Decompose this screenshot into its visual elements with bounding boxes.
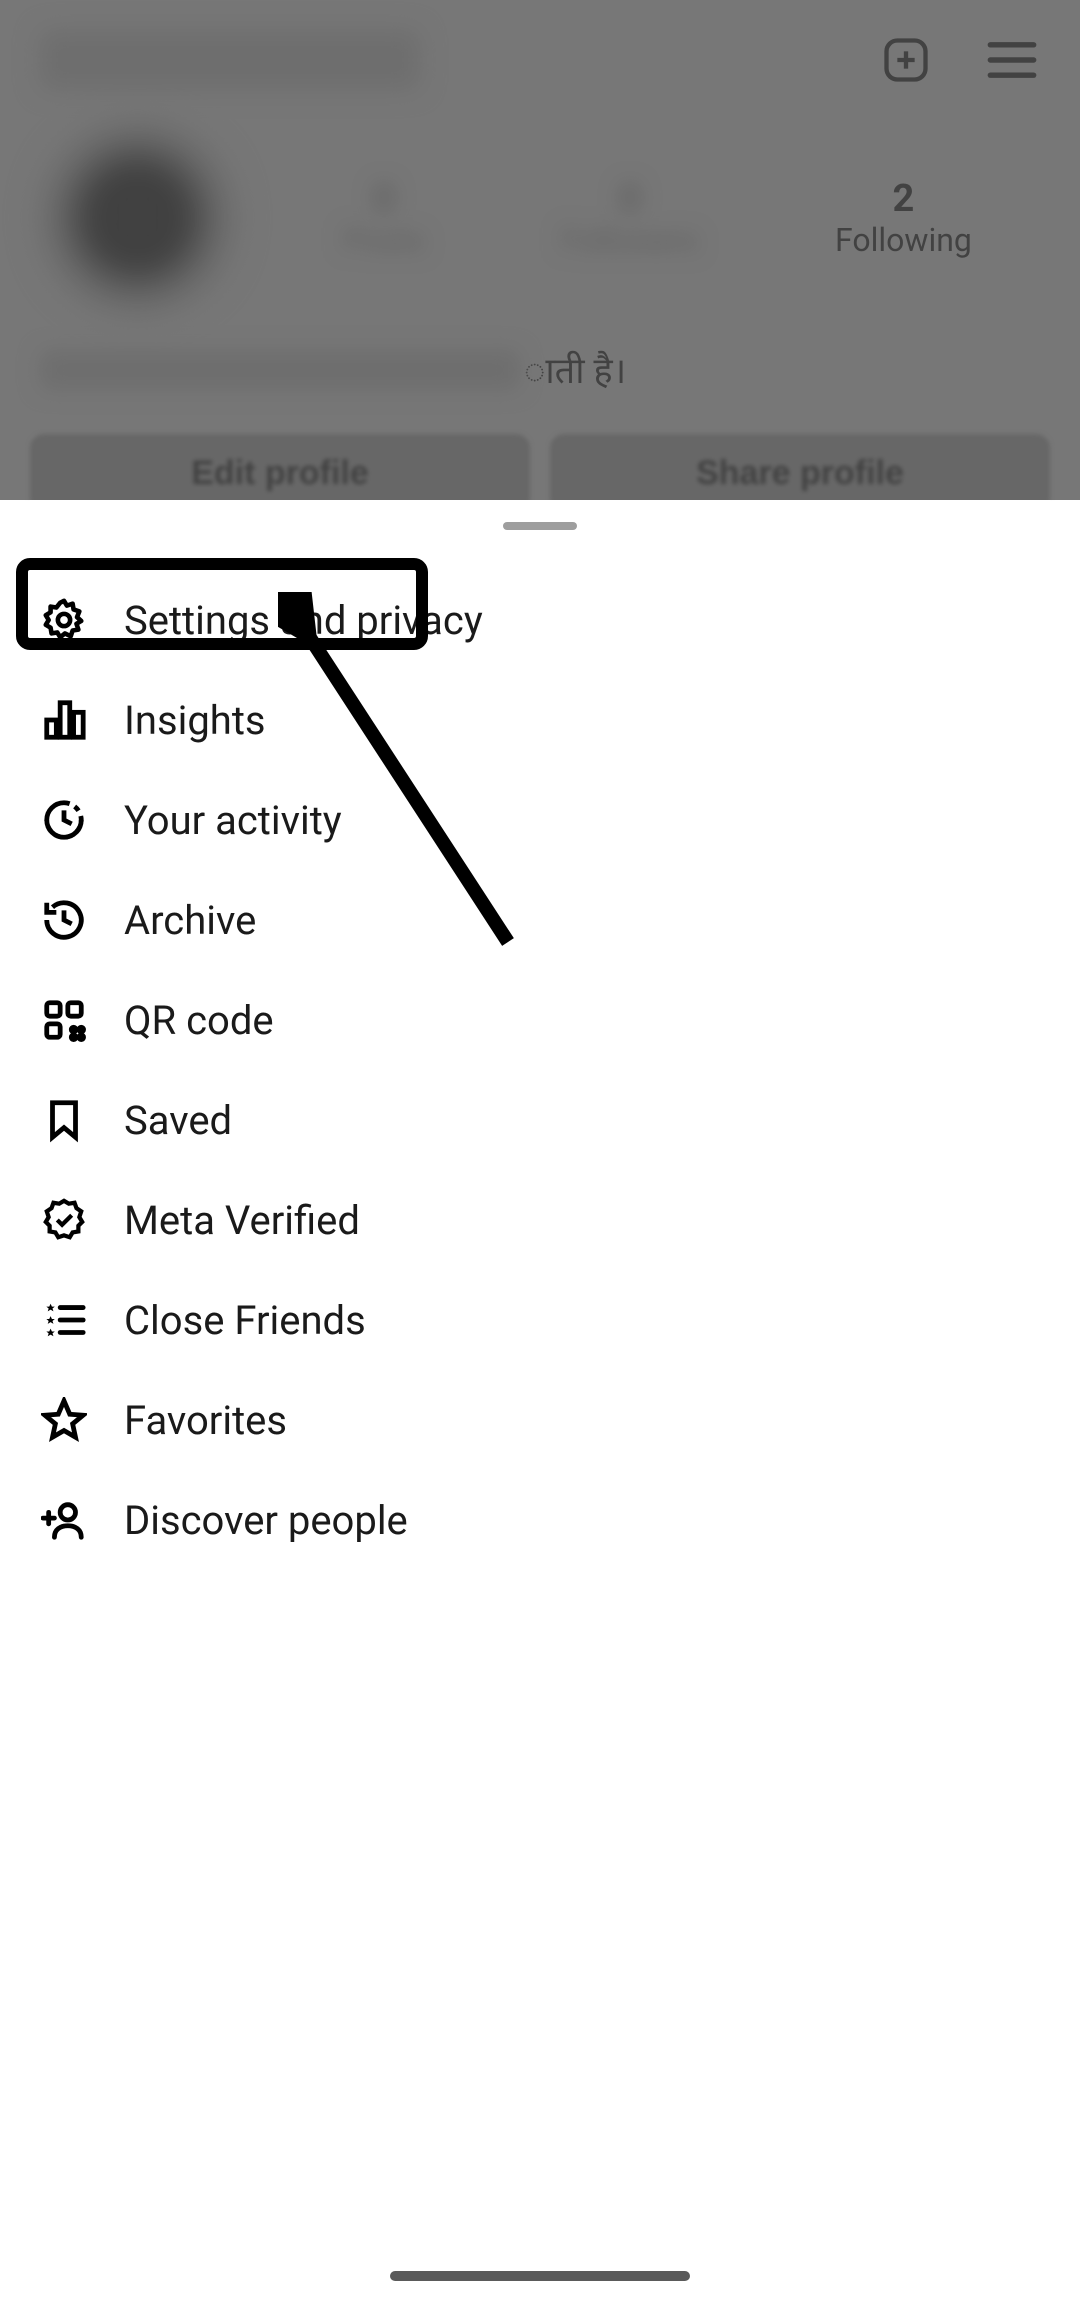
stat-following[interactable]: 2 Following <box>835 177 972 259</box>
menu-item-discover[interactable]: Discover people <box>0 1470 1080 1570</box>
menu-item-closefriends[interactable]: Close Friends <box>0 1270 1080 1370</box>
menu-item-qrcode[interactable]: QR code <box>0 970 1080 1070</box>
menu-label: Insights <box>124 697 266 744</box>
list-star-icon <box>40 1296 88 1344</box>
menu-label: QR code <box>124 997 274 1044</box>
stat-posts[interactable]: 0 Posts <box>343 177 425 259</box>
gear-icon <box>40 596 88 644</box>
sheet-handle[interactable] <box>503 522 577 530</box>
menu-item-settings[interactable]: Settings and privacy <box>0 570 1080 670</box>
menu-label: Settings and privacy <box>124 597 483 644</box>
profile-stats: 0 Posts 0 Followers 2 Following <box>275 177 1040 259</box>
bar-chart-icon <box>40 696 88 744</box>
menu-label: Saved <box>124 1097 232 1144</box>
create-button[interactable] <box>878 32 934 88</box>
menu-item-favorites[interactable]: Favorites <box>0 1370 1080 1470</box>
archive-icon <box>40 896 88 944</box>
menu-item-archive[interactable]: Archive <box>0 870 1080 970</box>
clock-history-icon <box>40 796 88 844</box>
menu-label: Favorites <box>124 1397 287 1444</box>
profile-background: 0 Posts 0 Followers 2 Following ाती है। … <box>0 0 1080 500</box>
menu-label: Archive <box>124 897 256 944</box>
menu-label: Close Friends <box>124 1297 366 1344</box>
menu-item-saved[interactable]: Saved <box>0 1070 1080 1170</box>
stat-followers[interactable]: 0 Followers <box>561 177 699 259</box>
hamburger-menu-button[interactable] <box>984 32 1040 88</box>
home-indicator <box>390 2271 690 2281</box>
menu-label: Your activity <box>124 797 342 844</box>
menu-item-verified[interactable]: Meta Verified <box>0 1170 1080 1270</box>
avatar[interactable] <box>40 120 235 315</box>
profile-header <box>0 0 1080 120</box>
qr-icon <box>40 996 88 1044</box>
header-icons <box>878 32 1040 88</box>
menu-item-activity[interactable]: Your activity <box>0 770 1080 870</box>
menu-label: Discover people <box>124 1497 408 1544</box>
profile-row: 0 Posts 0 Followers 2 Following <box>0 120 1080 315</box>
person-plus-icon <box>40 1496 88 1544</box>
username-blurred <box>40 30 420 90</box>
star-icon <box>40 1396 88 1444</box>
bio-visible-text: ाती है। <box>524 350 626 392</box>
menu-label: Meta Verified <box>124 1197 360 1244</box>
verified-badge-icon <box>40 1196 88 1244</box>
bio: ाती है। <box>0 315 1080 414</box>
bookmark-icon <box>40 1096 88 1144</box>
menu-list: Settings and privacy Insights Your a <box>0 560 1080 1580</box>
menu-item-insights[interactable]: Insights <box>0 670 1080 770</box>
bottom-sheet: Settings and privacy Insights Your a <box>0 500 1080 2299</box>
